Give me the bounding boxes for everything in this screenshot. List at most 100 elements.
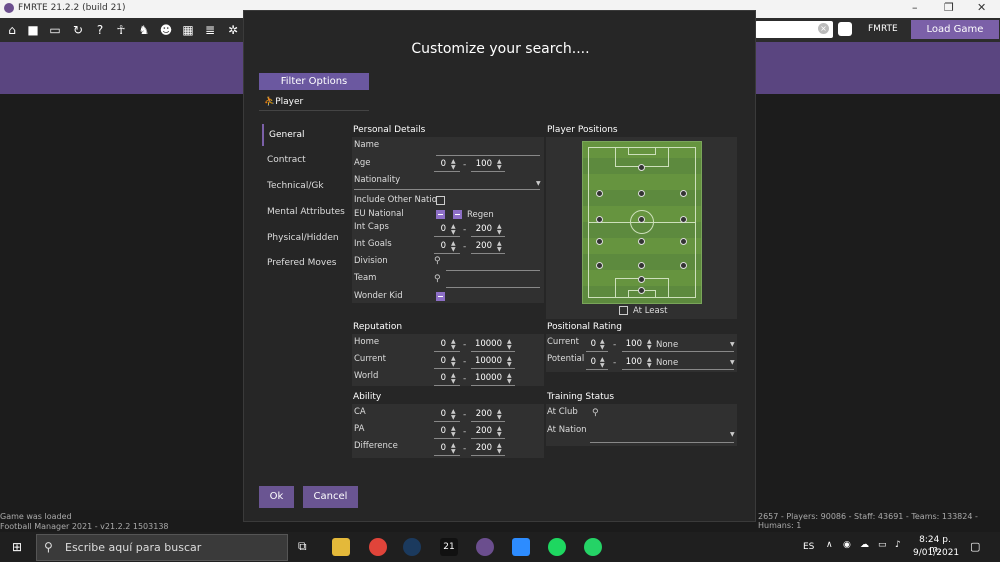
ca-min[interactable]: 0 (434, 409, 446, 419)
cancel-button[interactable]: Cancel (303, 486, 358, 508)
rep-current-max-spinner[interactable]: ▲ ▼ (507, 356, 512, 368)
taskbar-search-input[interactable]: ⚲ Escribe aquí para buscar (36, 534, 288, 561)
position-dc[interactable] (638, 262, 645, 269)
pa-min[interactable]: 0 (434, 426, 446, 436)
taskbar-date[interactable]: 9/01/2021 (913, 548, 959, 558)
int-caps-max-spinner[interactable]: ▲ ▼ (497, 224, 502, 236)
rep-world-min-spinner[interactable]: ▲ ▼ (451, 373, 456, 385)
difference-max-spinner[interactable]: ▲ ▼ (497, 443, 502, 455)
cloud-tray-icon[interactable]: ☁ (860, 540, 869, 550)
int-goals-min[interactable]: 0 (434, 241, 446, 251)
rep-home-max[interactable]: 10000 (472, 339, 502, 349)
rep-world-min[interactable]: 0 (434, 373, 446, 383)
pr-potential-min-spinner[interactable]: ▲ ▼ (600, 357, 605, 369)
rep-current-min[interactable]: 0 (434, 356, 446, 366)
regen-checkbox[interactable] (453, 210, 462, 219)
age-max-spinner[interactable]: ▲ ▼ (497, 159, 502, 171)
pr-potential-chevron-icon[interactable]: ▼ (730, 359, 735, 366)
ok-button[interactable]: Ok (259, 486, 294, 508)
int-caps-min-spinner[interactable]: ▲ ▼ (451, 224, 456, 236)
steam-icon[interactable] (403, 538, 421, 556)
pr-potential-max-spinner[interactable]: ▲ ▼ (647, 357, 652, 369)
name-input[interactable] (436, 155, 540, 156)
network-icon[interactable]: ▭ (878, 540, 887, 550)
difference-min[interactable]: 0 (434, 443, 446, 453)
player-icon[interactable]: ☥ (113, 22, 129, 38)
position-aml[interactable] (596, 190, 603, 197)
position-dr[interactable] (680, 262, 687, 269)
settings-icon[interactable]: ✲ (225, 22, 241, 38)
calendar-icon[interactable]: ▦ (180, 22, 196, 38)
at-least-checkbox[interactable] (619, 306, 628, 315)
int-caps-max[interactable]: 200 (472, 224, 492, 234)
nationality-select[interactable] (354, 189, 540, 190)
ca-max-spinner[interactable]: ▲ ▼ (497, 409, 502, 421)
nav-contract[interactable]: Contract (262, 155, 348, 165)
load-game-button[interactable]: Load Game (911, 20, 999, 39)
include-other-checkbox[interactable] (436, 196, 445, 205)
position-amr[interactable] (680, 190, 687, 197)
nav-physical[interactable]: Physical/Hidden (262, 233, 348, 243)
pa-min-spinner[interactable]: ▲ ▼ (451, 426, 456, 438)
rep-world-max[interactable]: 10000 (472, 373, 502, 383)
difference-min-spinner[interactable]: ▲ ▼ (451, 443, 456, 455)
difference-max[interactable]: 200 (472, 443, 492, 453)
notifications-icon[interactable]: ▢ (970, 540, 980, 553)
at-club-search-icon[interactable]: ⚲ (592, 408, 599, 418)
position-mc[interactable] (638, 216, 645, 223)
tab-player[interactable]: ⛹Player (264, 97, 303, 107)
team-search-icon[interactable]: ⚲ (434, 274, 441, 284)
close-icon[interactable]: ✕ (977, 1, 986, 14)
home-icon[interactable]: ⌂ (4, 22, 20, 38)
people-icon[interactable]: ☻ (158, 22, 174, 38)
position-wbr[interactable] (680, 238, 687, 245)
position-dl[interactable] (596, 262, 603, 269)
wonder-kid-checkbox[interactable] (436, 292, 445, 301)
pr-current-max[interactable]: 100 (622, 339, 642, 349)
int-goals-max[interactable]: 200 (472, 241, 492, 251)
rep-current-min-spinner[interactable]: ▲ ▼ (451, 356, 456, 368)
task-view-icon[interactable]: ⧉ (298, 539, 307, 554)
position-dm[interactable] (638, 238, 645, 245)
brand-label[interactable]: FMRTE (868, 24, 898, 34)
ca-min-spinner[interactable]: ▲ ▼ (451, 409, 456, 421)
position-amc[interactable] (638, 190, 645, 197)
pr-current-min[interactable]: 0 (586, 339, 596, 349)
nav-general[interactable]: General (262, 124, 348, 146)
help-icon[interactable]: ? (92, 22, 108, 38)
int-goals-max-spinner[interactable]: ▲ ▼ (497, 241, 502, 253)
pa-max-spinner[interactable]: ▲ ▼ (497, 426, 502, 438)
rep-home-max-spinner[interactable]: ▲ ▼ (507, 339, 512, 351)
nav-prefered-moves[interactable]: Prefered Moves (262, 258, 348, 268)
age-min-spinner[interactable]: ▲ ▼ (451, 159, 456, 171)
nav-mental[interactable]: Mental Attributes (262, 207, 348, 217)
ca-max[interactable]: 200 (472, 409, 492, 419)
division-input[interactable] (446, 270, 540, 271)
division-search-icon[interactable]: ⚲ (434, 256, 441, 266)
clear-search-icon[interactable]: × (818, 23, 829, 34)
chat-icon[interactable] (838, 22, 852, 36)
minimize-icon[interactable]: – (912, 1, 918, 14)
position-wbl[interactable] (596, 238, 603, 245)
fmrte-icon[interactable] (476, 538, 494, 556)
windows-start-icon[interactable]: ⊞ (12, 540, 22, 554)
language-indicator[interactable]: ES (803, 542, 814, 552)
chrome-icon[interactable] (369, 538, 387, 556)
staff-icon[interactable]: ♞ (136, 22, 152, 38)
int-goals-min-spinner[interactable]: ▲ ▼ (451, 241, 456, 253)
save-icon[interactable]: ■ (25, 22, 41, 38)
pr-current-select[interactable]: None (656, 340, 678, 350)
file-explorer-icon[interactable] (332, 538, 350, 556)
pr-potential-min[interactable]: 0 (586, 357, 596, 367)
rep-home-min[interactable]: 0 (434, 339, 446, 349)
int-caps-min[interactable]: 0 (434, 224, 446, 234)
volume-icon[interactable]: ♪ (895, 540, 901, 550)
rep-current-max[interactable]: 10000 (472, 356, 502, 366)
pr-current-min-spinner[interactable]: ▲ ▼ (600, 339, 605, 351)
at-nation-select[interactable] (590, 442, 734, 443)
maximize-icon[interactable]: ❐ (944, 1, 954, 14)
fm21-icon[interactable]: 21 (440, 538, 458, 556)
age-max[interactable]: 100 (472, 159, 492, 169)
spotify-icon[interactable] (548, 538, 566, 556)
rep-home-min-spinner[interactable]: ▲ ▼ (451, 339, 456, 351)
